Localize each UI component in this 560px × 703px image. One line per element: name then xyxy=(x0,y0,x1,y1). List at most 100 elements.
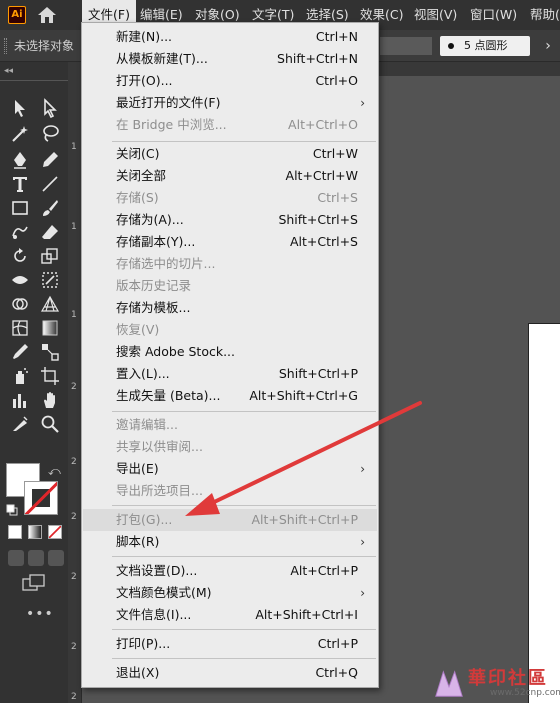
menu-item-generate-vectors[interactable]: 生成矢量 (Beta)... Alt+Shift+Ctrl+G xyxy=(83,385,377,407)
menu-item-export-selection[interactable]: 导出所选项目... xyxy=(83,480,377,502)
scale-tool-icon[interactable] xyxy=(40,246,60,266)
artboard[interactable] xyxy=(528,323,560,703)
slice-tool-icon[interactable] xyxy=(10,414,30,434)
pen-tool-icon[interactable] xyxy=(10,150,30,170)
menu-item-browse-in-bridge[interactable]: 在 Bridge 中浏览... Alt+Ctrl+O xyxy=(83,114,377,136)
menu-item-search-adobe-stock[interactable]: 搜索 Adobe Stock... xyxy=(83,341,377,363)
ruler-label: 2 xyxy=(71,382,77,392)
home-icon[interactable] xyxy=(36,6,58,24)
ruler-label: 2 xyxy=(71,512,77,522)
chevron-right-icon[interactable]: › xyxy=(536,36,560,56)
ruler-label: 1 xyxy=(71,142,77,152)
draw-inside-icon[interactable] xyxy=(48,550,64,566)
menu-item-print[interactable]: 打印(P)... Ctrl+P xyxy=(83,633,377,655)
color-mode-box[interactable] xyxy=(8,525,22,539)
brush-dot-icon xyxy=(448,43,454,49)
menu-item-document-color-mode[interactable]: 文档颜色模式(M) › xyxy=(83,582,377,604)
menu-view[interactable]: 视图(V) xyxy=(408,0,463,30)
line-tool-icon[interactable] xyxy=(40,174,60,194)
menu-item-close[interactable]: 关闭(C) Ctrl+W xyxy=(83,143,377,165)
menu-item-invite-to-edit[interactable]: 邀请编辑... xyxy=(83,414,377,436)
perspective-grid-tool-icon[interactable] xyxy=(40,294,60,314)
none-mode-box[interactable] xyxy=(48,525,62,539)
menu-item-close-all[interactable]: 关闭全部 Alt+Ctrl+W xyxy=(83,165,377,187)
vertical-ruler[interactable]: 1 1 1 2 2 2 2 2 2 xyxy=(68,62,82,703)
illustrator-logo[interactable]: Ai xyxy=(8,6,26,24)
ruler-label: 2 xyxy=(71,642,77,652)
width-tool-icon[interactable] xyxy=(10,270,30,290)
menu-item-open[interactable]: 打开(O)... Ctrl+O xyxy=(83,70,377,92)
gradient-tool-icon[interactable] xyxy=(40,318,60,338)
ruler-label: 2 xyxy=(71,457,77,467)
direct-selection-tool-icon[interactable] xyxy=(40,98,60,118)
curvature-tool-icon[interactable] xyxy=(40,150,60,170)
menu-item-scripts[interactable]: 脚本(R) › xyxy=(83,531,377,553)
menu-item-export[interactable]: 导出(E) › xyxy=(83,458,377,480)
stroke-color-swatch[interactable] xyxy=(24,481,58,515)
chevron-right-icon: › xyxy=(360,96,365,110)
default-colors-icon[interactable] xyxy=(6,504,18,516)
collapse-icon[interactable]: ◂◂ xyxy=(4,66,13,76)
hand-tool-icon[interactable] xyxy=(40,390,60,410)
blend-tool-icon[interactable] xyxy=(40,342,60,362)
menu-window[interactable]: 窗口(W) xyxy=(464,0,523,30)
selection-tool-icon[interactable] xyxy=(10,98,30,118)
column-graph-tool-icon[interactable] xyxy=(10,390,30,410)
menu-item-save-as[interactable]: 存储为(A)... Shift+Ctrl+S xyxy=(83,209,377,231)
brush-definition-dropdown[interactable]: 5 点圆形 xyxy=(440,36,530,56)
menu-item-version-history[interactable]: 版本历史记录 xyxy=(83,275,377,297)
menu-help[interactable]: 帮助( xyxy=(524,0,560,30)
magic-wand-tool-icon[interactable] xyxy=(10,124,30,144)
menu-item-place[interactable]: 置入(L)... Shift+Ctrl+P xyxy=(83,363,377,385)
shaper-tool-icon[interactable] xyxy=(10,222,30,242)
artboard-tool-icon[interactable] xyxy=(40,366,60,386)
menu-separator xyxy=(112,629,376,630)
menu-item-save-as-template[interactable]: 存储为模板... xyxy=(83,297,377,319)
menu-item-package[interactable]: 打包(G)... Alt+Shift+Ctrl+P xyxy=(83,509,377,531)
draw-behind-icon[interactable] xyxy=(28,550,44,566)
control-field[interactable] xyxy=(380,37,432,55)
paintbrush-tool-icon[interactable] xyxy=(40,198,60,218)
shape-builder-tool-icon[interactable] xyxy=(10,294,30,314)
menu-separator xyxy=(112,411,376,412)
menu-item-exit[interactable]: 退出(X) Ctrl+Q xyxy=(83,662,377,684)
gradient-mode-box[interactable] xyxy=(28,525,42,539)
eraser-tool-icon[interactable] xyxy=(40,222,60,242)
menu-item-new-from-template[interactable]: 从模板新建(T)... Shift+Ctrl+N xyxy=(83,48,377,70)
menu-item-share-for-review[interactable]: 共享以供审阅... xyxy=(83,436,377,458)
menu-item-revert[interactable]: 恢复(V) xyxy=(83,319,377,341)
rotate-tool-icon[interactable] xyxy=(10,246,30,266)
file-menu-dropdown: 新建(N)... Ctrl+N 从模板新建(T)... Shift+Ctrl+N 打… xyxy=(81,22,379,688)
menu-item-save[interactable]: 存储(S) Ctrl+S xyxy=(83,187,377,209)
chevron-right-icon: › xyxy=(360,535,365,549)
eyedropper-tool-icon[interactable] xyxy=(10,342,30,362)
type-tool-icon[interactable] xyxy=(10,174,30,194)
menu-item-open-recent[interactable]: 最近打开的文件(F) › xyxy=(83,92,377,114)
screen-mode-icon[interactable] xyxy=(22,574,46,592)
menu-separator xyxy=(112,141,376,142)
watermark-text: 華印社區 xyxy=(468,668,548,689)
menu-item-file-info[interactable]: 文件信息(I)... Alt+Shift+Ctrl+I xyxy=(83,604,377,626)
ruler-label: 1 xyxy=(71,222,77,232)
menu-item-save-selected-slices[interactable]: 存储选中的切片... xyxy=(83,253,377,275)
free-transform-tool-icon[interactable] xyxy=(40,270,60,290)
panel-grip[interactable] xyxy=(4,38,7,54)
swap-fill-stroke-icon[interactable]: ⤺ xyxy=(48,464,61,479)
chevron-right-icon: › xyxy=(360,462,365,476)
ruler-label: 2 xyxy=(71,692,77,702)
rectangle-tool-icon[interactable] xyxy=(10,198,30,218)
selection-status: 未选择对象 xyxy=(14,39,75,53)
symbol-sprayer-tool-icon[interactable] xyxy=(10,366,30,386)
menu-item-save-a-copy[interactable]: 存储副本(Y)... Alt+Ctrl+S xyxy=(83,231,377,253)
menu-separator xyxy=(112,505,376,506)
lasso-tool-icon[interactable] xyxy=(40,124,60,144)
brush-label: 点圆形 xyxy=(474,39,508,52)
ruler-label: 2 xyxy=(71,572,77,582)
chevron-right-icon: › xyxy=(360,586,365,600)
menu-item-new[interactable]: 新建(N)... Ctrl+N xyxy=(83,26,377,48)
zoom-tool-icon[interactable] xyxy=(40,414,60,434)
more-tools-icon[interactable]: ••• xyxy=(26,606,54,622)
draw-normal-icon[interactable] xyxy=(8,550,24,566)
mesh-tool-icon[interactable] xyxy=(10,318,30,338)
menu-item-document-setup[interactable]: 文档设置(D)... Alt+Ctrl+P xyxy=(83,560,377,582)
